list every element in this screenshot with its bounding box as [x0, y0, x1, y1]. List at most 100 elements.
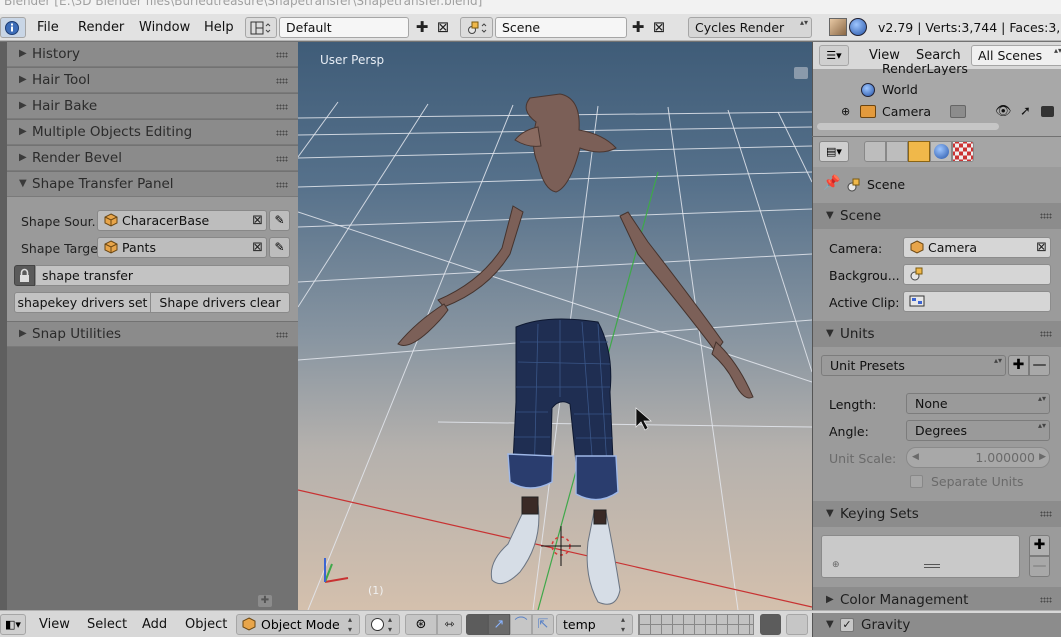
manipulate-centers-button[interactable]: ⇿ — [437, 614, 462, 635]
shape-target-field[interactable]: Pants ⊠ — [97, 237, 267, 258]
panel-scene[interactable]: ▼ Scene — [813, 203, 1061, 229]
unit-scale-field[interactable]: ◀ 1.000000 ▶ — [906, 447, 1050, 468]
lock-icon[interactable] — [14, 265, 35, 286]
add-menu[interactable]: Add — [142, 611, 167, 637]
angle-unit-select[interactable]: Degrees — [906, 420, 1050, 441]
layout-name-field[interactable]: Default — [279, 17, 409, 38]
panel-hair-tool[interactable]: ▶ Hair Tool — [7, 68, 298, 93]
background-scene-field[interactable] — [903, 264, 1051, 285]
panel-render-bevel[interactable]: ▶ Render Bevel — [7, 146, 298, 171]
render-tab-icon[interactable] — [864, 141, 886, 162]
drag-grip-icon[interactable] — [1040, 331, 1052, 337]
properties-editor-type-button[interactable]: ▤▾ — [819, 141, 849, 162]
manipulator-toggle-button[interactable] — [466, 614, 488, 635]
region-expand-icon[interactable]: ✚ — [258, 595, 272, 607]
panel-shape-transfer[interactable]: ▼ Shape Transfer Panel — [7, 172, 298, 197]
drag-grip-icon[interactable] — [276, 78, 288, 84]
active-clip-field[interactable] — [903, 291, 1051, 312]
remove-scene-icon[interactable]: ⊠ — [649, 17, 669, 37]
render-engine-select[interactable]: Cycles Render — [688, 17, 812, 38]
drag-grip-icon[interactable] — [276, 332, 288, 338]
drag-grip-icon[interactable] — [276, 130, 288, 136]
decrement-arrow-icon[interactable]: ◀ — [912, 448, 919, 467]
menu-render[interactable]: Render — [78, 14, 124, 41]
drag-grip-icon[interactable] — [1040, 511, 1052, 517]
pivot-point-button[interactable]: ⊛ — [405, 614, 437, 635]
add-preset-icon[interactable]: ✚ — [1008, 355, 1029, 376]
clear-x-icon[interactable]: ⊠ — [252, 211, 263, 230]
outliner-row-renderlayers[interactable]: RenderLayers — [813, 59, 1061, 75]
shape-drivers-clear-button[interactable]: Shape drivers clear — [150, 292, 290, 313]
panel-gravity[interactable]: ▼ ✓ Gravity — [812, 613, 1061, 637]
rotate-manipulator-icon[interactable]: ⌒ — [510, 614, 532, 635]
expand-plus-icon[interactable]: ⊕ — [841, 101, 850, 123]
lock-camera-icon[interactable] — [760, 614, 781, 635]
list-resize-grip-icon[interactable] — [924, 564, 940, 568]
length-unit-select[interactable]: None — [906, 393, 1050, 414]
drag-grip-icon[interactable] — [276, 156, 288, 162]
add-layout-icon[interactable]: ✚ — [412, 17, 432, 37]
3d-viewport[interactable]: User Persp (1) — [298, 42, 812, 610]
viewport-editor-type-button[interactable]: ◧▾ — [0, 614, 26, 635]
unit-presets-select[interactable]: Unit Presets — [821, 355, 1006, 376]
outliner-row-camera[interactable]: ⊕ Camera 👁 ➚ — [813, 101, 1061, 123]
drag-grip-icon[interactable] — [276, 52, 288, 58]
keying-sets-list[interactable]: ⊕ — [821, 535, 1020, 578]
object-mode-select[interactable]: Object Mode — [236, 614, 360, 635]
add-scene-icon[interactable]: ✚ — [628, 17, 648, 37]
camera-field[interactable]: Camera ⊠ — [903, 237, 1051, 258]
drag-grip-icon[interactable] — [1040, 597, 1052, 603]
shapekey-drivers-set-button[interactable]: shapekey drivers set — [14, 292, 151, 313]
render-preview-icon[interactable] — [786, 614, 808, 635]
panel-keying-sets[interactable]: ▼ Keying Sets — [813, 501, 1061, 527]
scale-manipulator-icon[interactable]: ⇱ — [532, 614, 554, 635]
increment-arrow-icon[interactable]: ▶ — [1039, 448, 1046, 467]
view-menu[interactable]: View — [39, 611, 70, 637]
drag-grip-icon[interactable] — [276, 182, 288, 188]
shape-transfer-button[interactable]: shape transfer — [35, 265, 290, 286]
remove-keying-set-icon[interactable]: — — [1029, 556, 1050, 577]
texture-tab-icon[interactable] — [952, 141, 974, 162]
layer-buttons[interactable] — [638, 614, 754, 635]
list-filter-icon[interactable]: ⊕ — [832, 560, 840, 570]
shape-source-field[interactable]: CharacerBase ⊠ — [97, 210, 267, 231]
remove-layout-icon[interactable]: ⊠ — [433, 17, 453, 37]
drag-grip-icon[interactable] — [1040, 213, 1052, 219]
editor-type-button[interactable] — [0, 17, 26, 38]
render-layers-tab-icon[interactable] — [886, 141, 908, 162]
separate-units-checkbox[interactable] — [910, 475, 923, 488]
transform-orientation-select[interactable]: temp — [556, 614, 633, 635]
select-menu[interactable]: Select — [87, 611, 127, 637]
scene-name-field[interactable]: Scene — [495, 17, 627, 38]
tool-shelf-tabs-strip[interactable] — [0, 42, 7, 610]
translate-manipulator-icon[interactable]: ↗ — [488, 614, 510, 635]
outliner-row-world[interactable]: World — [813, 79, 1061, 101]
renderable-camera-icon[interactable] — [1041, 106, 1054, 117]
panel-units[interactable]: ▼ Units — [813, 321, 1061, 347]
visibility-eye-icon[interactable]: 👁 — [995, 101, 1012, 123]
menu-file[interactable]: File — [37, 14, 59, 41]
layout-browse-button[interactable] — [245, 17, 277, 38]
scene-tab-icon[interactable] — [908, 141, 930, 162]
gravity-checkbox[interactable]: ✓ — [840, 618, 854, 632]
panel-multiple-objects-editing[interactable]: ▶ Multiple Objects Editing — [7, 120, 298, 145]
panel-hair-bake[interactable]: ▶ Hair Bake — [7, 94, 298, 119]
clear-x-icon[interactable]: ⊠ — [252, 238, 263, 257]
drag-grip-icon[interactable] — [276, 104, 288, 110]
clear-x-icon[interactable]: ⊠ — [1036, 238, 1047, 257]
add-keying-set-icon[interactable]: ✚ — [1029, 535, 1050, 556]
panel-history[interactable]: ▶ History — [7, 42, 298, 67]
area-split-widget[interactable] — [794, 67, 808, 79]
outliner-scrollbar[interactable] — [817, 123, 999, 130]
scene-browse-button[interactable] — [460, 17, 493, 38]
remove-preset-icon[interactable]: — — [1029, 355, 1050, 376]
object-menu[interactable]: Object — [185, 611, 227, 637]
panel-snap-utilities[interactable]: ▶ Snap Utilities — [7, 322, 298, 347]
panel-color-management[interactable]: ▶ Color Management — [813, 587, 1061, 610]
viewport-shading-button[interactable] — [365, 614, 400, 635]
menu-help[interactable]: Help — [204, 14, 234, 41]
world-tab-icon[interactable] — [930, 141, 952, 162]
menu-window[interactable]: Window — [139, 14, 190, 41]
pin-icon[interactable]: 📌 — [823, 175, 840, 191]
eyedropper-icon[interactable]: ✎ — [269, 237, 290, 258]
